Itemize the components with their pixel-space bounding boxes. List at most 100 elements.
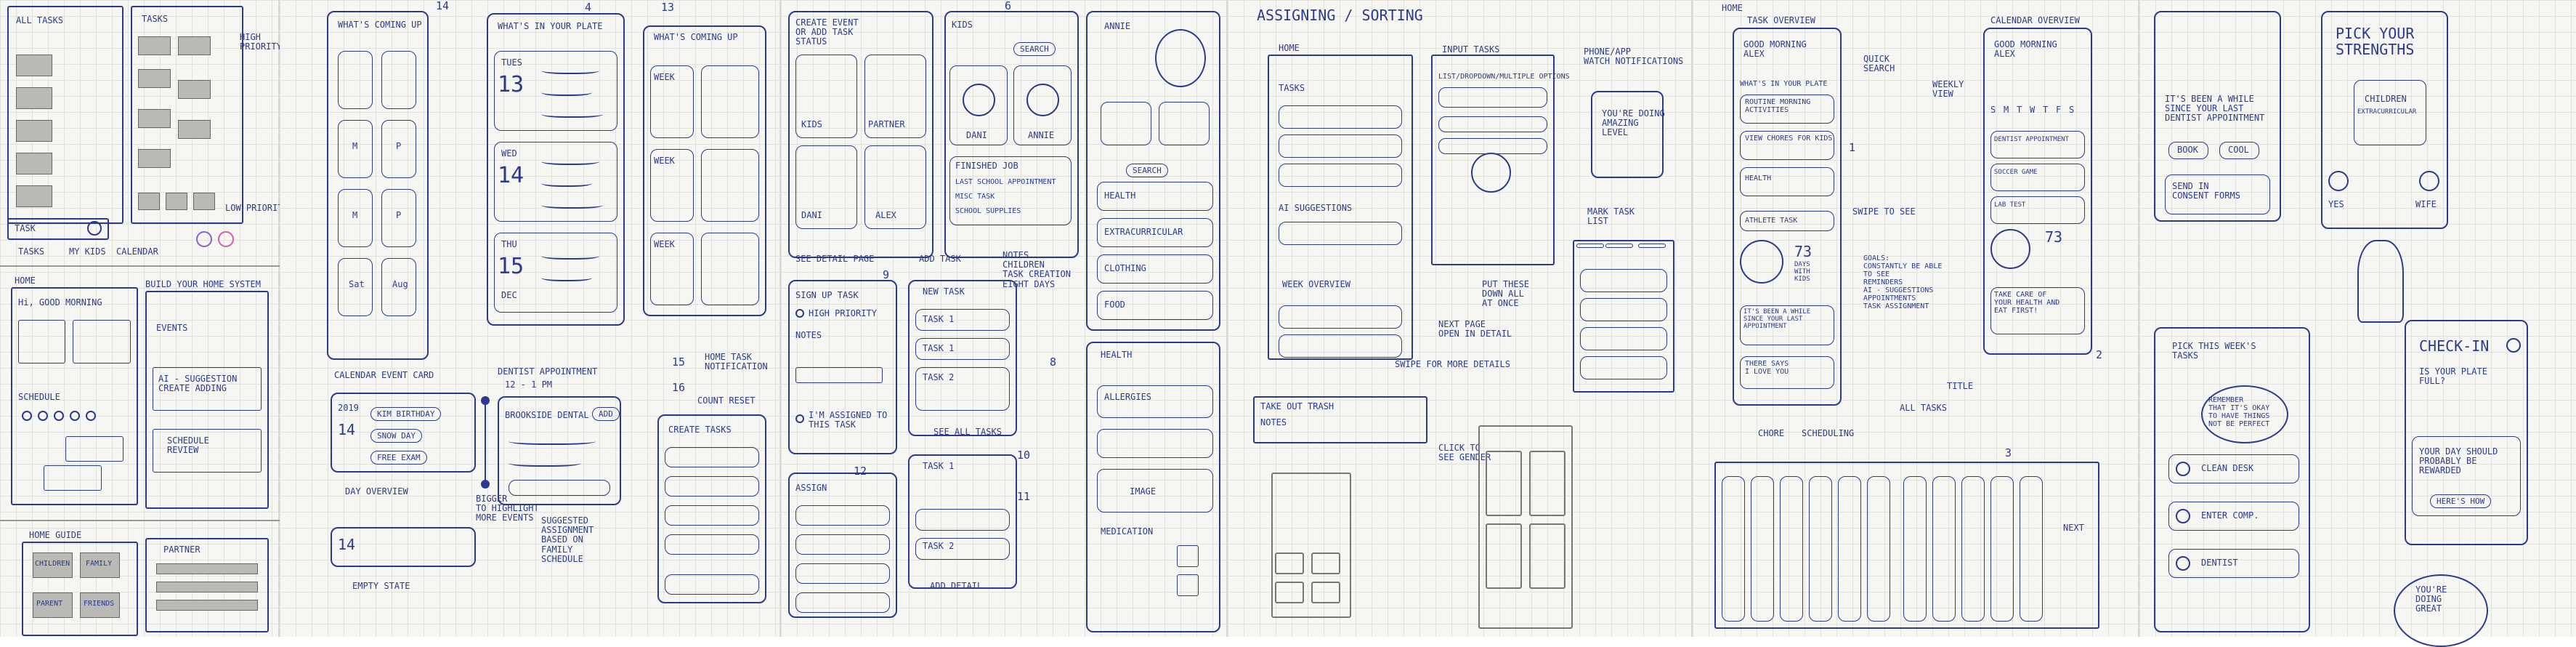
filter-pill[interactable] xyxy=(1576,244,1604,248)
week-letter: T xyxy=(2043,105,2049,115)
reminder-text: REMEMBER THAT IT'S OKAY TO HAVE THINGS N… xyxy=(2208,396,2270,428)
task-overview-label: TASK OVERVIEW xyxy=(1747,15,1815,25)
plate-item[interactable] xyxy=(1990,131,2085,158)
task-row[interactable] xyxy=(665,447,759,467)
input-row[interactable] xyxy=(1438,116,1547,132)
kanban-column[interactable] xyxy=(1990,476,2014,622)
radio-icon[interactable] xyxy=(2176,509,2190,523)
checkbox[interactable] xyxy=(1177,574,1199,596)
task-row[interactable] xyxy=(665,476,759,497)
kanban-column[interactable] xyxy=(1932,476,1956,622)
detail-input[interactable] xyxy=(509,480,610,496)
kanban-column[interactable] xyxy=(1809,476,1832,622)
plate-item-label: DENTIST APPOINTMENT xyxy=(1994,136,2069,143)
assign-row[interactable] xyxy=(795,505,890,526)
calendar-event-card-label: CALENDAR EVENT CARD xyxy=(334,370,434,380)
kanban-column[interactable] xyxy=(1838,476,1861,622)
checkbox[interactable] xyxy=(1177,545,1199,567)
kanban-column[interactable] xyxy=(1722,476,1745,622)
kanban-column[interactable] xyxy=(1961,476,1985,622)
mark-task-label: MARK TASK LIST xyxy=(1587,206,1635,227)
week-letter: M xyxy=(2004,105,2009,115)
task-row[interactable] xyxy=(1279,164,1402,187)
task-option-label: ENTER COMP. xyxy=(2201,510,2259,521)
kanban-column[interactable] xyxy=(1903,476,1927,622)
profile-chip xyxy=(1101,102,1151,145)
swipe-note: SWIPE FOR MORE DETAILS xyxy=(1395,359,1510,369)
kid-name: ANNIE xyxy=(1028,130,1055,140)
day-label: WED xyxy=(501,148,517,158)
week-row[interactable] xyxy=(1279,334,1402,358)
event-chip[interactable]: KIM BIRTHDAY xyxy=(370,407,442,421)
dropdown[interactable] xyxy=(1438,87,1547,108)
timeline xyxy=(485,396,486,483)
event-chip[interactable]: FREE EXAM xyxy=(370,451,427,465)
task-row-label: TASK 2 xyxy=(923,372,955,382)
book-label: BOOK xyxy=(2177,145,2198,155)
kanban-column[interactable] xyxy=(1867,476,1890,622)
kanban-column[interactable] xyxy=(1780,476,1803,622)
partner-block xyxy=(156,600,258,611)
page-number: 8 xyxy=(1050,355,1057,369)
list-row[interactable] xyxy=(1580,269,1667,292)
heres-how-button[interactable]: HERE'S HOW xyxy=(2430,494,2492,508)
yes-label: YES xyxy=(2328,199,2344,209)
assign-row[interactable] xyxy=(795,534,890,555)
event-scribble xyxy=(541,200,603,209)
add-chip[interactable]: ADD xyxy=(592,407,620,421)
tasks-label: TASKS xyxy=(1279,83,1305,93)
radio-icon[interactable] xyxy=(795,414,804,423)
ai-suggestion-label: AI - SUGGESTION CREATE ADDING xyxy=(158,374,238,394)
arrow-icon[interactable] xyxy=(1471,153,1511,193)
search-pill[interactable]: SEARCH xyxy=(1013,42,1056,56)
kid-name: PARTNER xyxy=(868,119,905,129)
month-label: M xyxy=(352,141,358,151)
detail-row[interactable] xyxy=(915,509,1010,531)
radio-icon[interactable] xyxy=(2176,462,2190,476)
task-block xyxy=(16,185,52,207)
kanban-column[interactable] xyxy=(2020,476,2043,622)
health-row[interactable] xyxy=(1097,429,1213,458)
event-chip[interactable]: SNOW DAY xyxy=(370,429,422,443)
filter-pill[interactable] xyxy=(1638,244,1666,248)
date-day: 14 xyxy=(338,421,356,438)
plate-item[interactable] xyxy=(1990,164,2085,191)
task-row-label: TASK 1 xyxy=(923,314,955,324)
high-priority-label: HIGH PRIORITY xyxy=(240,32,282,52)
days-number: 73 xyxy=(2045,228,2063,246)
list-row[interactable] xyxy=(1580,327,1667,350)
check-in-title: CHECK-IN xyxy=(2419,337,2490,355)
empty-state-label: EMPTY STATE xyxy=(352,581,410,591)
assign-row[interactable] xyxy=(795,563,890,584)
task-row[interactable] xyxy=(665,574,759,595)
category-label: FOOD xyxy=(1104,300,1125,310)
task-block xyxy=(16,120,52,142)
yes-icon[interactable] xyxy=(2419,171,2439,191)
radio-icon[interactable] xyxy=(795,309,804,318)
kanban-column[interactable] xyxy=(1751,476,1774,622)
no-icon[interactable] xyxy=(2328,171,2349,191)
list-row[interactable] xyxy=(1580,356,1667,379)
schedule-review-label: SCHEDULE REVIEW xyxy=(167,435,209,456)
filter-pill[interactable] xyxy=(1605,244,1633,248)
radio-icon[interactable] xyxy=(2176,556,2190,571)
search-pill[interactable]: SEARCH xyxy=(1126,164,1168,177)
list-row[interactable] xyxy=(1580,298,1667,321)
input-row[interactable] xyxy=(1438,138,1547,154)
week-row[interactable] xyxy=(1279,305,1402,329)
assign-row[interactable] xyxy=(795,592,890,613)
trash-notes: NOTES xyxy=(1260,417,1287,427)
weekly-view-label: WEEKLY VIEW xyxy=(1932,79,1964,100)
reminder-text: IT'S BEEN A WHILE SINCE YOUR LAST APPOIN… xyxy=(1743,308,1811,330)
add-task-input[interactable] xyxy=(795,367,883,383)
task-option-label: DENTIST xyxy=(2201,558,2238,568)
plate-item[interactable] xyxy=(1990,196,2085,224)
task-row[interactable] xyxy=(665,534,759,555)
task-row[interactable] xyxy=(1279,105,1402,129)
suggestion-row[interactable] xyxy=(1279,222,1402,245)
page-number: 14 xyxy=(436,0,450,12)
task-row[interactable] xyxy=(665,505,759,526)
task-row[interactable] xyxy=(1279,134,1402,158)
close-icon[interactable] xyxy=(2506,338,2521,353)
kanban-label: ALL TASKS xyxy=(1900,403,1948,413)
